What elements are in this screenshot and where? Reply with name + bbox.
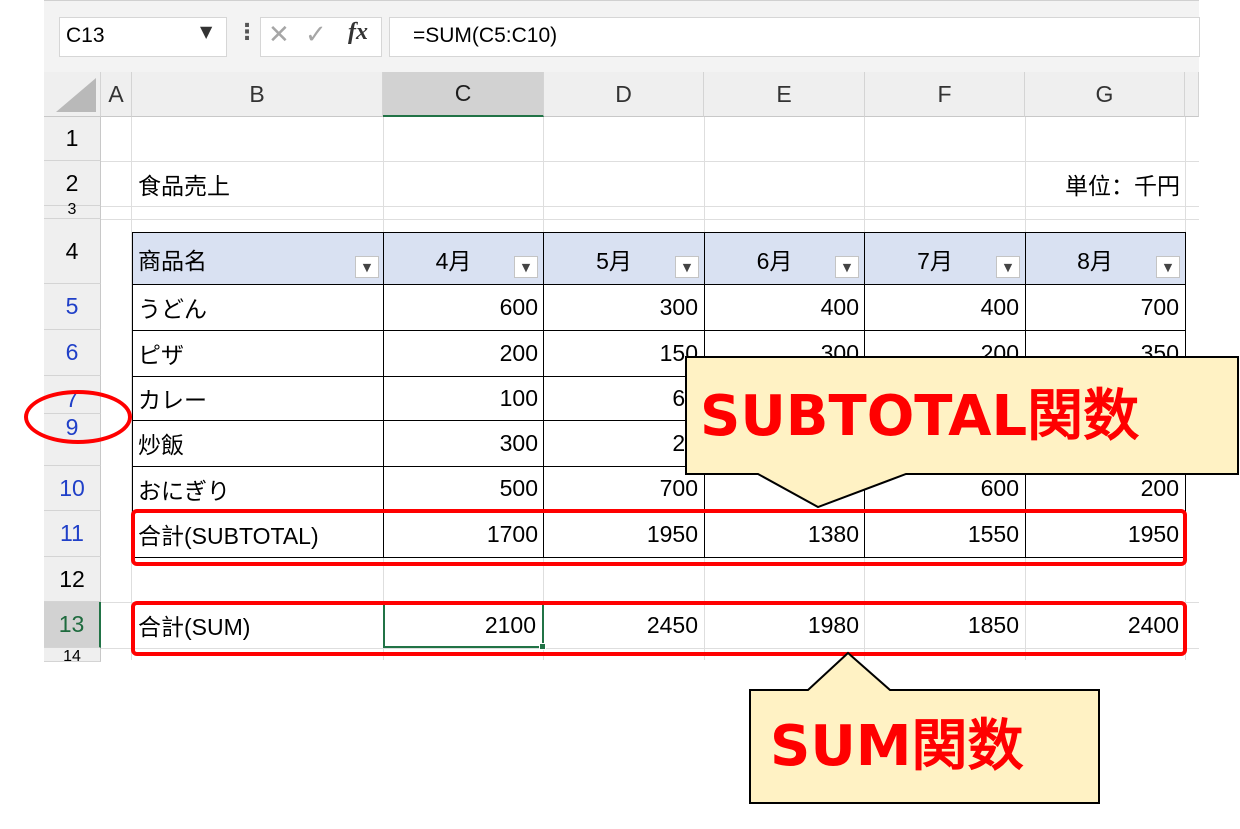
subtotal-callout-label: SUBTOTAL関数	[700, 384, 1140, 449]
sum-callout-label: SUM関数	[770, 714, 1024, 779]
